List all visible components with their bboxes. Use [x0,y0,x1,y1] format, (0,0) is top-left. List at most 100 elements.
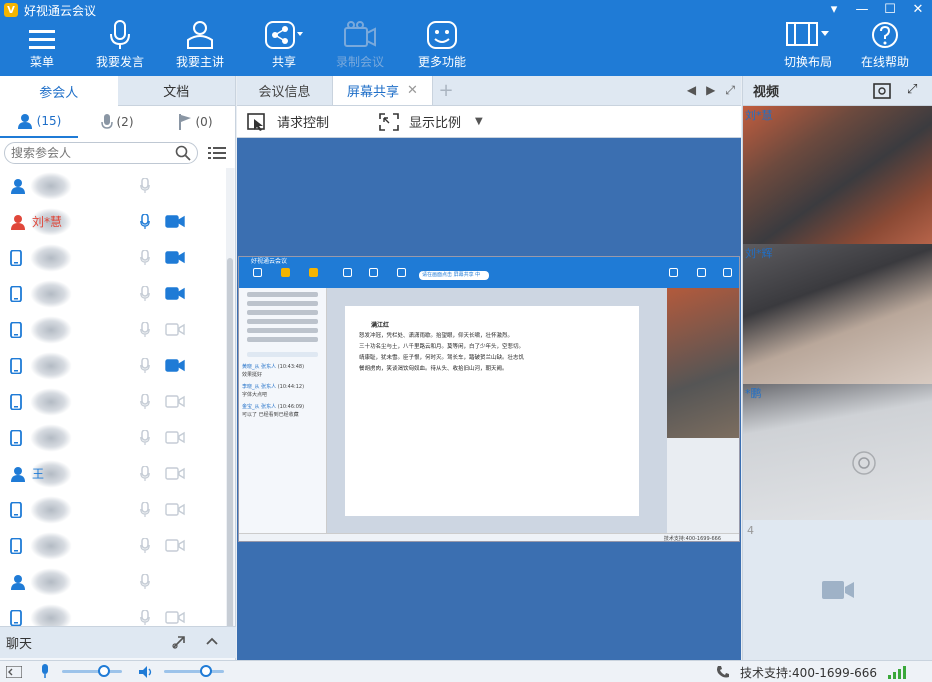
expand-video-icon[interactable]: ⤢ [907,82,917,97]
participant-row[interactable]: 刘*慧 [0,204,226,240]
participant-row[interactable] [0,564,226,600]
camera-on-icon[interactable] [165,287,185,303]
minimize-icon[interactable]: — [848,0,876,18]
mic-off-icon[interactable] [140,285,150,304]
video-tile-empty[interactable]: 4 [743,520,932,660]
camera-on-icon[interactable] [165,251,185,267]
speak-button[interactable]: 我要发言 [94,20,146,76]
mic-off-icon[interactable] [140,501,150,520]
speaker-volume-knob[interactable] [200,665,212,677]
camera-on-icon[interactable] [165,359,185,375]
mic-volume-knob[interactable] [98,665,110,677]
participant-row[interactable] [0,240,226,276]
popout-icon[interactable] [172,635,186,649]
shared-tip: 请在画面点击 屏幕共享 中 [419,271,489,280]
mic-off-icon[interactable] [140,537,150,556]
request-control-label: 请求控制 [277,116,330,131]
tab-screen-share[interactable]: 屏幕共享 ✕ [333,76,433,105]
chevron-up-icon[interactable] [206,637,218,645]
more-button[interactable]: 更多功能 [416,20,468,76]
blurred-name [30,604,72,626]
toggle-panel-icon[interactable] [6,666,22,678]
mic-off-icon[interactable] [140,249,150,268]
participant-row[interactable]: 王 [0,456,226,492]
mic-on-icon[interactable] [140,213,150,232]
participant-row[interactable] [0,528,226,564]
layout-icon [786,22,829,46]
mic-off-icon[interactable] [140,177,150,196]
filter-flags[interactable]: (0) [156,106,234,138]
participant-row[interactable] [0,492,226,528]
menu-arrow-icon[interactable]: ▾ [820,0,848,18]
tab-prev-icon[interactable]: ◀ [687,83,696,98]
video-tile-2[interactable]: 刘*辉 [743,244,932,384]
camera-off-icon[interactable] [165,431,185,447]
close-icon[interactable]: ✕ [904,0,932,18]
video-tile-label: 刘*慧 [745,109,773,122]
camera-off-icon[interactable] [165,323,185,339]
video-tile-1[interactable]: 刘*慧 [743,106,932,244]
speaker-icon[interactable] [138,665,154,679]
mic-off-icon[interactable] [140,609,150,626]
search-icon[interactable] [175,145,191,161]
support-text: 技术支持:400-1699-666 [740,666,878,680]
mic-off-icon[interactable] [140,321,150,340]
help-button[interactable]: 在线帮助 [858,20,912,76]
request-control-button[interactable]: 请求控制 [247,112,329,131]
participant-row[interactable] [0,420,226,456]
fit-video-icon[interactable] [873,83,891,99]
mic-volume-slider[interactable] [62,665,122,677]
speaker-volume-slider[interactable] [164,665,224,677]
tab-participants[interactable]: 参会人 [0,76,118,106]
shared-toolbar: 请在画面点击 屏幕共享 中 [239,266,739,288]
close-tab-icon[interactable]: ✕ [407,83,418,98]
scrollbar-thumb[interactable] [227,258,233,638]
tab-meeting-info[interactable]: 会议信息 [237,76,333,105]
participant-row[interactable] [0,384,226,420]
mic-off-icon[interactable] [140,429,150,448]
participant-row[interactable] [0,312,226,348]
shared-screen[interactable]: 好视通云会议 请在画面点击 屏幕共享 中 黄晓_从 张东人 (10:43:48)… [238,256,740,542]
blurred-name [30,172,72,200]
camera-off-icon[interactable] [165,539,185,555]
participant-row[interactable] [0,276,226,312]
participant-search-input[interactable] [11,146,175,160]
display-ratio-button[interactable]: 显示比例 ▼ [379,112,483,131]
microphone-icon[interactable] [40,664,50,678]
maximize-icon[interactable]: ☐ [876,0,904,18]
mic-count: (2) [116,115,134,129]
participant-list-scrollbar[interactable] [226,168,234,638]
participant-row[interactable] [0,168,226,204]
camera-on-icon[interactable] [165,215,185,231]
layout-button[interactable]: 切换布局 [780,20,836,76]
list-view-icon[interactable] [208,146,226,160]
mic-off-icon[interactable] [140,573,150,592]
video-tile-3[interactable]: *鹏 [743,384,932,520]
filter-all-people[interactable]: (15) [0,106,78,138]
participant-row[interactable] [0,600,226,626]
filter-mics[interactable]: (2) [78,106,156,138]
tab-documents[interactable]: 文档 [117,76,235,106]
menu-label: 菜单 [29,55,54,69]
camera-off-icon[interactable] [165,467,185,483]
tab-next-icon[interactable]: ▶ [706,83,715,98]
add-tab-icon[interactable]: + [433,76,459,105]
chat-time: (10:43:48) [277,364,305,370]
camera-off-icon[interactable] [165,611,185,626]
participant-row[interactable] [0,348,226,384]
record-button[interactable]: 录制会议 [334,20,386,76]
status-bar: 技术支持:400-1699-666 [0,660,932,682]
mic-off-icon[interactable] [140,465,150,484]
chat-message: 黄晓_从 张东人 (10:43:48) 效果挺好 [239,361,326,381]
expand-icon[interactable]: ⤢ [725,83,735,98]
camera-off-icon[interactable] [165,503,185,519]
menu-button[interactable]: 菜单 [22,20,62,76]
doc-title: 满江红 [371,322,390,329]
cursor-select-icon [247,112,265,131]
share-button[interactable]: 共享 [262,20,306,76]
mic-off-icon[interactable] [140,357,150,376]
host-button[interactable]: 我要主讲 [174,20,226,76]
mic-off-icon[interactable] [140,393,150,412]
camera-off-icon[interactable] [165,395,185,411]
help-icon [872,22,898,48]
